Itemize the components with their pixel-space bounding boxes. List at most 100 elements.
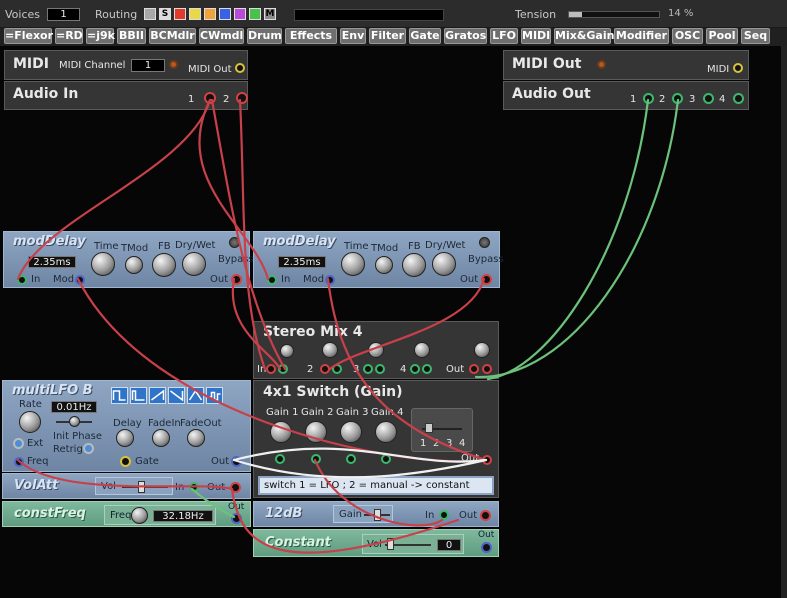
slider-thumb[interactable] (387, 538, 394, 550)
module-button[interactable]: CWmdl (199, 28, 244, 44)
mix-knob-4[interactable] (414, 342, 430, 358)
routing-swatch[interactable] (174, 8, 186, 20)
mod-jack[interactable] (325, 275, 335, 285)
audio-out-jack-3[interactable] (703, 93, 714, 104)
module-button[interactable]: Drum (247, 28, 282, 44)
module-button[interactable]: BBII (117, 28, 146, 44)
wave-random-icon[interactable] (206, 387, 223, 404)
routing-swatch[interactable]: S (159, 8, 171, 20)
select-slider[interactable]: 1 2 3 4 (411, 408, 473, 452)
gain-knob-1[interactable] (270, 421, 292, 443)
wave-square-icon[interactable] (111, 387, 128, 404)
audio-out-jack-4[interactable] (733, 93, 744, 104)
12db-out-jack[interactable] (480, 510, 491, 521)
drywet-knob[interactable] (182, 252, 206, 276)
routing-swatch[interactable] (189, 8, 201, 20)
mix-in-2b[interactable] (332, 364, 342, 374)
mix-knob-2[interactable] (322, 342, 338, 358)
routing-swatch[interactable] (204, 8, 216, 20)
module-button[interactable]: Gratos (444, 28, 487, 44)
vol-slider[interactable]: Vol (95, 477, 173, 495)
routing-swatch[interactable] (234, 8, 246, 20)
volatt-in-jack[interactable] (189, 482, 199, 492)
master-knob[interactable] (474, 342, 490, 358)
mix-in-4a[interactable] (410, 364, 420, 374)
out-jack[interactable] (481, 274, 492, 285)
midi-jack[interactable] (733, 63, 743, 73)
module-button[interactable]: BCMdlr (149, 28, 196, 44)
retrig-button[interactable] (83, 443, 94, 454)
audio-in-jack-1[interactable] (204, 92, 216, 104)
module-button[interactable]: Effects (285, 28, 337, 44)
midi-out-jack[interactable] (235, 63, 245, 73)
feedback-knob[interactable] (402, 253, 426, 277)
switch-in-4[interactable] (381, 454, 391, 464)
ext-button[interactable] (13, 438, 24, 449)
mix-in-1b[interactable] (278, 364, 288, 374)
volatt-out-jack[interactable] (230, 482, 241, 493)
gain-knob-4[interactable] (375, 421, 397, 443)
switch-in-3[interactable] (346, 454, 356, 464)
comment-field[interactable]: switch 1 = LFO ; 2 = manual -> constant (258, 476, 494, 495)
module-button[interactable]: Filter (369, 28, 406, 44)
wave-ramp-icon[interactable] (168, 387, 185, 404)
vertical-scrollbar[interactable] (781, 46, 787, 598)
tension-bar[interactable] (568, 11, 660, 18)
fadein-knob[interactable] (152, 429, 170, 447)
time-knob[interactable] (341, 252, 365, 276)
gain-knob-3[interactable] (340, 421, 362, 443)
voices-field[interactable]: 1 (47, 8, 80, 21)
mix-in-3b[interactable] (375, 364, 385, 374)
in-jack[interactable] (267, 275, 277, 285)
freq-jack[interactable] (14, 457, 24, 467)
routing-swatch[interactable] (249, 8, 261, 20)
switch-in-1[interactable] (275, 454, 285, 464)
module-button[interactable]: Pool (706, 28, 738, 44)
bypass-button[interactable] (229, 237, 240, 248)
gate-jack[interactable] (120, 456, 131, 467)
routing-swatch[interactable]: M (264, 8, 276, 20)
wave-triangle-icon[interactable] (187, 387, 204, 404)
module-button[interactable]: Gate (409, 28, 441, 44)
slider-thumb[interactable] (425, 423, 433, 433)
feedback-knob[interactable] (152, 253, 176, 277)
slider-thumb[interactable] (138, 481, 145, 493)
constant-control[interactable]: Vol 0 (362, 534, 464, 554)
mix-in-4b[interactable] (422, 364, 432, 374)
switch-in-2[interactable] (311, 454, 321, 464)
fadeout-knob[interactable] (187, 429, 205, 447)
module-button[interactable]: OSC (672, 28, 703, 44)
constfreq-out-jack[interactable] (231, 513, 242, 524)
module-button[interactable]: =j9k (86, 28, 115, 44)
routing-swatch[interactable] (144, 8, 156, 20)
rate-knob[interactable] (19, 411, 41, 433)
wave-saw-icon[interactable] (149, 387, 166, 404)
mix-knob-1[interactable] (280, 344, 294, 358)
freq-knob[interactable] (131, 507, 148, 524)
audio-out-jack-1[interactable] (643, 93, 654, 104)
mix-out-l[interactable] (469, 364, 479, 374)
module-button[interactable]: Seq (741, 28, 770, 44)
midi-channel-field[interactable]: 1 (131, 59, 165, 72)
module-button[interactable]: LFO (490, 28, 518, 44)
audio-in-jack-2[interactable] (236, 92, 248, 104)
drywet-knob[interactable] (432, 252, 456, 276)
mix-in-3a[interactable] (363, 364, 373, 374)
mix-in-1a[interactable] (266, 364, 276, 374)
module-button[interactable]: Mix&Gain (554, 28, 614, 44)
bypass-button[interactable] (479, 237, 490, 248)
module-button[interactable]: =Flexor (4, 28, 53, 44)
slider-thumb[interactable] (374, 509, 381, 521)
delay-knob[interactable] (116, 429, 134, 447)
switch-out[interactable] (482, 455, 492, 465)
lfo-out-jack[interactable] (231, 456, 242, 467)
tmod-knob[interactable] (375, 256, 393, 274)
mix-in-2a[interactable] (320, 364, 330, 374)
phase-slider-thumb[interactable] (69, 416, 80, 427)
module-button[interactable]: Env (340, 28, 366, 44)
12db-in-jack[interactable] (439, 510, 449, 520)
mix-knob-3[interactable] (368, 342, 384, 358)
audio-out-jack-2[interactable] (672, 93, 683, 104)
module-button[interactable]: =RD (55, 28, 83, 44)
in-jack[interactable] (17, 275, 27, 285)
